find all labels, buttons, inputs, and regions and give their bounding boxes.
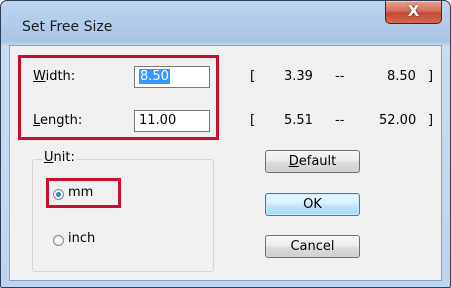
length-range-max: 52.00 [379, 113, 417, 128]
unit-inch-label[interactable]: inch [68, 231, 95, 246]
fields-highlight-box [18, 55, 219, 140]
close-button[interactable]: X [385, 1, 442, 24]
window-title: Set Free Size [22, 19, 113, 35]
width-range-open: [ [250, 69, 256, 84]
length-range-open: [ [250, 113, 256, 128]
mm-highlight-box [46, 178, 121, 208]
width-range-close: ] [428, 69, 434, 84]
unit-inch-radio[interactable] [53, 235, 64, 246]
width-range-sep: -- [335, 69, 345, 84]
default-button[interactable]: Default [265, 150, 360, 173]
dialog-window: Set Free Size X Width: 8.50 [ 3.39 -- 8.… [0, 0, 451, 288]
dialog-client-area: Width: 8.50 [ 3.39 -- 8.50 ] Length: 11.… [9, 45, 442, 281]
unit-groupbox [32, 159, 214, 272]
ok-button[interactable]: OK [265, 193, 360, 216]
length-range-sep: -- [335, 113, 345, 128]
length-range-min: 5.51 [284, 113, 313, 128]
width-range-min: 3.39 [284, 69, 313, 84]
cancel-button[interactable]: Cancel [265, 235, 360, 258]
close-icon: X [407, 2, 420, 20]
length-range-close: ] [428, 113, 434, 128]
unit-group-title: Unit: [42, 150, 77, 165]
width-range-max: 8.50 [387, 69, 416, 84]
